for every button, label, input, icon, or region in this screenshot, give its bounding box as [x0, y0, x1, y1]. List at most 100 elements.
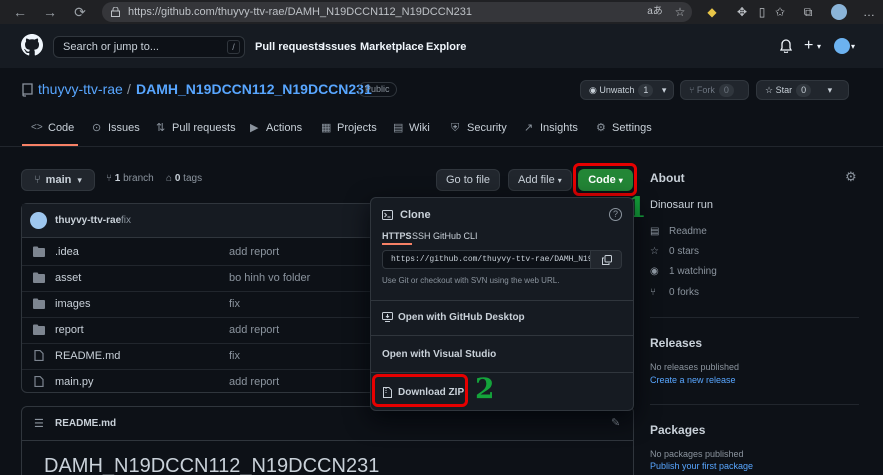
stars-label: 0 stars: [669, 246, 700, 257]
publish-package-link[interactable]: Publish your first package: [650, 461, 753, 471]
tab-label: Issues: [108, 122, 140, 134]
unwatch-count: 1: [638, 84, 654, 97]
create-release-link[interactable]: Create a new release: [650, 375, 736, 385]
releases-empty: No releases published: [650, 362, 740, 372]
open-github-desktop[interactable]: Open with GitHub Desktop: [398, 312, 525, 323]
list-icon[interactable]: ☰: [34, 417, 44, 430]
tab-wiki[interactable]: ▤ Wiki: [393, 122, 430, 134]
tab-label: Settings: [612, 122, 652, 134]
watching-link[interactable]: ◉ 1 watching: [650, 266, 717, 277]
fork-button[interactable]: ⑂ Fork 0: [680, 80, 749, 100]
split-screen-icon[interactable]: ▯: [754, 4, 770, 20]
collections-icon[interactable]: ⧉: [800, 4, 816, 20]
star-button[interactable]: ☆ Star 0 ▾: [756, 80, 849, 100]
search-input[interactable]: Search or jump to... /: [53, 36, 245, 58]
file-commit-message[interactable]: add report: [229, 376, 279, 388]
list-item[interactable]: README.md fix: [22, 344, 372, 369]
tab-projects[interactable]: ▦ Projects: [321, 122, 377, 134]
header-link-pull-requests[interactable]: Pull requests: [255, 41, 324, 53]
create-new-icon[interactable]: +: [804, 37, 813, 55]
file-commit-message[interactable]: add report: [229, 324, 279, 336]
extension-icon[interactable]: ◆: [704, 4, 720, 20]
graph-icon: ↗: [524, 122, 534, 134]
favorite-icon[interactable]: ☆: [672, 4, 688, 20]
file-commit-message[interactable]: fix: [229, 298, 240, 310]
branch-select-button[interactable]: ⑂ main ▾: [21, 169, 95, 191]
packages-empty: No packages published: [650, 449, 744, 459]
file-name[interactable]: .idea: [55, 246, 79, 258]
add-file-button[interactable]: Add file ▾: [508, 169, 572, 191]
repo-owner-link[interactable]: thuyvy-ttv-rae: [38, 81, 123, 97]
file-name[interactable]: README.md: [55, 350, 120, 362]
tab-insights[interactable]: ↗ Insights: [524, 122, 578, 134]
commit-message[interactable]: fix: [121, 215, 131, 226]
eye-icon: ◉: [589, 85, 597, 95]
header-link-marketplace[interactable]: Marketplace: [360, 41, 424, 53]
reload-icon[interactable]: ⟳: [72, 4, 88, 20]
file-name[interactable]: main.py: [55, 376, 94, 388]
file-name[interactable]: report: [55, 324, 84, 336]
tab-ssh[interactable]: SSH: [412, 231, 431, 241]
tab-github-cli[interactable]: GitHub CLI: [433, 231, 478, 241]
file-commit-message[interactable]: add report: [229, 246, 279, 258]
go-to-file-button[interactable]: Go to file: [436, 169, 500, 191]
file-commit-message[interactable]: fix: [229, 350, 240, 362]
dropdown-divider: [371, 300, 633, 301]
tab-issues[interactable]: ⊙ Issues: [92, 122, 140, 134]
list-item[interactable]: .idea add report: [22, 240, 372, 265]
browser-profile-avatar[interactable]: [831, 4, 847, 20]
tags-link[interactable]: ⌂ 0 tags: [166, 173, 202, 184]
header-link-explore[interactable]: Explore: [426, 41, 466, 53]
pencil-icon[interactable]: ✎: [611, 416, 620, 429]
fork-count: 0: [718, 84, 734, 97]
stars-link[interactable]: ☆ 0 stars: [650, 246, 699, 257]
copy-icon: [602, 255, 612, 265]
file-commit-message[interactable]: bo hinh vo folder: [229, 272, 310, 284]
file-name[interactable]: images: [55, 298, 90, 310]
file-name[interactable]: asset: [55, 272, 81, 284]
help-icon[interactable]: ?: [609, 208, 622, 221]
download-zip-highlight-box: [372, 374, 468, 407]
user-avatar[interactable]: [834, 38, 850, 54]
favorites-bar-icon[interactable]: ✩: [772, 4, 788, 20]
header-link-issues[interactable]: Issues: [322, 41, 356, 53]
tab-pull-requests[interactable]: ⇅ Pull requests: [156, 122, 236, 134]
readme-link[interactable]: ▤ Readme: [650, 226, 707, 237]
more-menu-icon[interactable]: …: [861, 4, 877, 20]
readme-label: Readme: [669, 226, 707, 237]
list-item[interactable]: asset bo hinh vo folder: [22, 266, 372, 291]
tab-actions[interactable]: ▶ Actions: [250, 122, 302, 134]
tab-https[interactable]: HTTPS: [382, 231, 412, 245]
tab-code[interactable]: <> Code: [31, 122, 74, 134]
packages-title[interactable]: Packages: [650, 423, 705, 437]
list-item[interactable]: images fix: [22, 292, 372, 317]
notification-bell-icon[interactable]: [780, 39, 792, 53]
branches-link[interactable]: ⑂ 1 branch: [106, 173, 154, 184]
address-bar[interactable]: https://github.com/thuyvy-ttv-rae/DAMH_N…: [102, 2, 692, 22]
chevron-down-icon: ▾: [77, 175, 82, 185]
list-item[interactable]: main.py add report: [22, 370, 372, 395]
book-icon: ▤: [393, 122, 404, 134]
repo-name-link[interactable]: DAMH_N19DCCN112_N19DCCN231: [136, 81, 372, 97]
folder-icon: [33, 246, 45, 257]
back-icon[interactable]: ←: [12, 4, 28, 20]
list-item[interactable]: report add report: [22, 318, 372, 343]
forward-icon[interactable]: →: [42, 4, 58, 20]
avatar[interactable]: [30, 212, 47, 229]
tab-settings[interactable]: ⚙ Settings: [596, 122, 652, 134]
copy-button[interactable]: [590, 250, 622, 269]
clone-url-input[interactable]: https://github.com/thuyvy-ttv-rae/DAMH_N…: [382, 250, 591, 269]
puzzle-icon[interactable]: ✥: [734, 4, 750, 20]
reader-mode-icon[interactable]: aあ: [645, 4, 665, 20]
gear-icon[interactable]: ⚙: [845, 169, 857, 185]
forks-link[interactable]: ⑂ 0 forks: [650, 287, 699, 298]
create-new-chevron-icon[interactable]: ▾: [817, 42, 821, 51]
commit-author[interactable]: thuyvy-ttv-rae: [55, 215, 121, 226]
user-menu-chevron-icon[interactable]: ▾: [851, 42, 855, 51]
tab-security[interactable]: ⛨ Security: [451, 122, 507, 134]
open-visual-studio[interactable]: Open with Visual Studio: [382, 349, 496, 360]
unwatch-button[interactable]: ◉ Unwatch 1 ▾: [580, 80, 674, 100]
gear-icon: ⚙: [596, 122, 606, 134]
github-logo-icon[interactable]: [21, 34, 43, 56]
releases-title[interactable]: Releases: [650, 336, 702, 350]
